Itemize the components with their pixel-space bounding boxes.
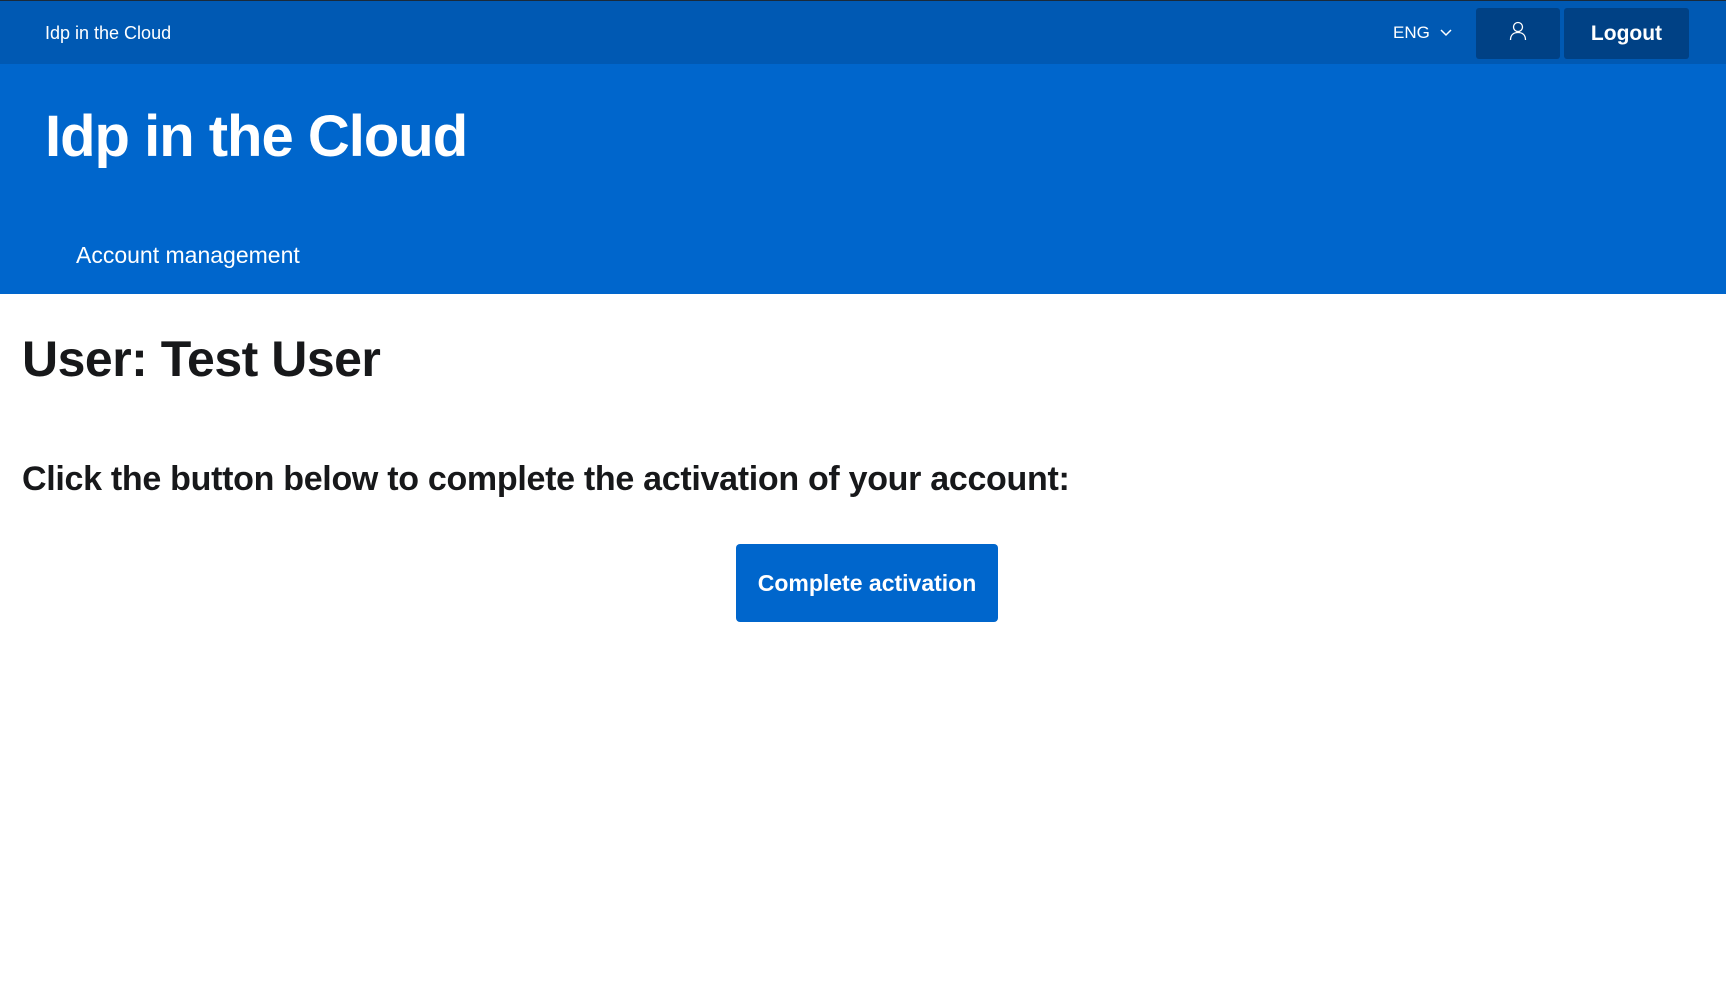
top-bar: Idp in the Cloud ENG Logout bbox=[0, 0, 1726, 64]
activation-instruction: Click the button below to complete the a… bbox=[22, 460, 1070, 498]
complete-activation-button[interactable]: Complete activation bbox=[736, 544, 998, 622]
language-selector[interactable]: ENG bbox=[1393, 1, 1452, 65]
top-brand-link[interactable]: Idp in the Cloud bbox=[45, 1, 171, 65]
language-label: ENG bbox=[1393, 23, 1430, 42]
main-content: User: Test User Click the button below t… bbox=[0, 294, 1726, 1007]
nav-item-account-management[interactable]: Account management bbox=[76, 242, 300, 269]
header: Idp in the Cloud Account management bbox=[0, 64, 1726, 294]
user-button[interactable] bbox=[1476, 8, 1560, 59]
page-title: User: Test User bbox=[22, 331, 381, 387]
logout-button[interactable]: Logout bbox=[1564, 8, 1689, 59]
site-title: Idp in the Cloud bbox=[45, 104, 468, 169]
chevron-down-icon bbox=[1440, 29, 1452, 37]
user-icon bbox=[1509, 21, 1527, 46]
